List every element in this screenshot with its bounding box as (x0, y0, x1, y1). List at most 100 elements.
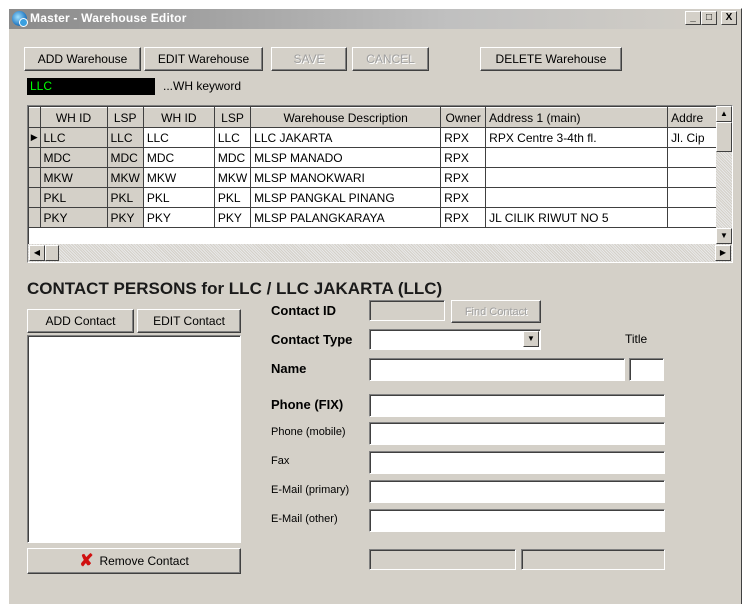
add-contact-button[interactable]: ADD Contact (27, 309, 134, 333)
table-cell[interactable]: LLC (143, 127, 215, 148)
table-cell[interactable]: MKW (214, 167, 252, 188)
table-cell[interactable]: MKW (143, 167, 215, 188)
table-cell[interactable]: PKY (40, 207, 108, 228)
table-cell[interactable]: MDC (214, 147, 252, 168)
table-cell[interactable]: PKY (214, 207, 252, 228)
table-cell[interactable] (667, 167, 721, 188)
table-cell[interactable]: MDC (107, 147, 144, 168)
edit-warehouse-button[interactable]: EDIT Warehouse (144, 47, 263, 71)
table-cell[interactable] (667, 187, 721, 208)
table-cell[interactable] (667, 207, 721, 228)
chevron-down-icon[interactable]: ▼ (523, 331, 539, 347)
table-row[interactable]: ▶ LLC LLC LLC LLC LLC JAKARTA RPX RPX Ce… (29, 127, 721, 148)
column-header[interactable]: LSP (107, 107, 144, 128)
warehouse-keyword-input[interactable]: LLC (27, 78, 155, 95)
close-button[interactable]: X (721, 11, 737, 25)
table-cell[interactable] (485, 167, 669, 188)
table-cell[interactable]: MLSP MANADO (250, 147, 442, 168)
horizontal-scroll-thumb[interactable] (45, 245, 59, 261)
find-contact-button[interactable]: Find Contact (451, 300, 541, 323)
title-bar[interactable]: Master - Warehouse Editor _ □ X (9, 9, 741, 29)
column-header[interactable]: Warehouse Description (250, 107, 442, 128)
minimize-button[interactable]: _ (685, 11, 701, 25)
table-row[interactable]: PKL PKL PKL PKL MLSP PANGKAL PINANG RPX (29, 187, 721, 208)
table-cell[interactable]: PKL (40, 187, 108, 208)
table-cell[interactable]: PKY (143, 207, 215, 228)
table-cell[interactable]: PKL (143, 187, 215, 208)
title-field[interactable] (629, 358, 664, 381)
delete-warehouse-button[interactable]: DELETE Warehouse (480, 47, 622, 71)
save-button[interactable]: SAVE (271, 47, 347, 71)
maximize-button[interactable]: □ (701, 11, 717, 25)
table-cell[interactable]: RPX Centre 3-4th fl. (485, 127, 669, 148)
table-row[interactable]: MKW MKW MKW MKW MLSP MANOKWARI RPX (29, 167, 721, 188)
column-header[interactable]: Address 1 (main) (485, 107, 669, 128)
phone-fix-field[interactable] (369, 394, 665, 417)
table-cell[interactable]: JL CILIK RIWUT NO 5 (485, 207, 669, 228)
remove-contact-button[interactable]: ✘ Remove Contact (27, 548, 241, 574)
name-field[interactable] (369, 358, 625, 381)
scroll-down-icon[interactable]: ▼ (716, 228, 732, 244)
keyword-label: ...WH keyword (163, 79, 242, 93)
table-cell[interactable] (485, 187, 669, 208)
column-header[interactable]: WH ID (143, 107, 215, 128)
table-cell[interactable]: MDC (40, 147, 108, 168)
table-cell[interactable]: LLC (214, 127, 252, 148)
contact-type-dropdown[interactable]: ▼ (369, 329, 541, 350)
table-cell[interactable]: LLC JAKARTA (250, 127, 442, 148)
row-indicator (29, 167, 41, 188)
table-cell[interactable]: MLSP MANOKWARI (250, 167, 442, 188)
email-other-field[interactable] (369, 509, 665, 532)
table-row[interactable]: PKY PKY PKY PKY MLSP PALANGKARAYA RPX JL… (29, 207, 721, 228)
table-cell[interactable]: PKY (107, 207, 144, 228)
email-primary-field[interactable] (369, 480, 665, 503)
table-cell[interactable]: PKL (214, 187, 252, 208)
table-cell[interactable]: RPX (440, 127, 487, 148)
table-cell[interactable]: RPX (440, 187, 487, 208)
column-header[interactable]: LSP (214, 107, 252, 128)
status-field-left (369, 549, 516, 570)
row-indicator (29, 187, 41, 208)
email-other-label: E-Mail (other) (271, 513, 338, 525)
table-cell[interactable]: RPX (440, 167, 487, 188)
column-header[interactable]: Owner (440, 107, 487, 128)
fax-label: Fax (271, 455, 290, 467)
table-cell[interactable]: LLC (40, 127, 108, 148)
scroll-left-icon[interactable]: ◀ (29, 245, 45, 261)
window-title: Master - Warehouse Editor (30, 11, 187, 25)
contact-list[interactable] (27, 335, 241, 543)
table-cell[interactable] (667, 147, 721, 168)
horizontal-scrollbar[interactable]: ◀ ▶ (28, 244, 732, 262)
column-header[interactable]: WH ID (40, 107, 108, 128)
table-row[interactable]: MDC MDC MDC MDC MLSP MANADO RPX (29, 147, 721, 168)
table-cell[interactable]: RPX (440, 207, 487, 228)
table-cell[interactable] (485, 147, 669, 168)
contact-persons-title: CONTACT PERSONS for LLC / LLC JAKARTA (L… (27, 279, 443, 298)
scroll-up-icon[interactable]: ▲ (716, 106, 732, 122)
table-cell[interactable]: MLSP PALANGKARAYA (250, 207, 442, 228)
scroll-right-icon[interactable]: ▶ (715, 245, 731, 261)
fax-field[interactable] (369, 451, 665, 474)
edit-contact-button[interactable]: EDIT Contact (137, 309, 241, 333)
vertical-scrollbar[interactable]: ▲ ▼ (716, 106, 732, 244)
contact-id-label: Contact ID (271, 303, 336, 318)
warehouse-table: WH ID LSP WH ID LSP Warehouse Descriptio… (29, 107, 721, 228)
table-cell[interactable]: MLSP PANGKAL PINANG (250, 187, 442, 208)
cancel-button[interactable]: CANCEL (352, 47, 429, 71)
table-cell[interactable]: PKL (107, 187, 144, 208)
table-cell[interactable]: MKW (40, 167, 108, 188)
table-cell[interactable]: LLC (107, 127, 144, 148)
table-cell[interactable]: MDC (143, 147, 215, 168)
remove-x-icon: ✘ (79, 551, 94, 570)
phone-mobile-field[interactable] (369, 422, 665, 445)
add-warehouse-button[interactable]: ADD Warehouse (24, 47, 141, 71)
warehouse-editor-window: Master - Warehouse Editor _ □ X ADD Ware… (8, 8, 742, 604)
vertical-scroll-thumb[interactable] (716, 122, 732, 152)
row-indicator-header (29, 107, 41, 128)
app-icon (12, 11, 28, 27)
table-cell[interactable]: MKW (107, 167, 144, 188)
column-header[interactable]: Addre (667, 107, 721, 128)
warehouse-grid[interactable]: WH ID LSP WH ID LSP Warehouse Descriptio… (27, 105, 733, 263)
table-cell[interactable]: RPX (440, 147, 487, 168)
table-cell[interactable]: Jl. Cip (667, 127, 721, 148)
